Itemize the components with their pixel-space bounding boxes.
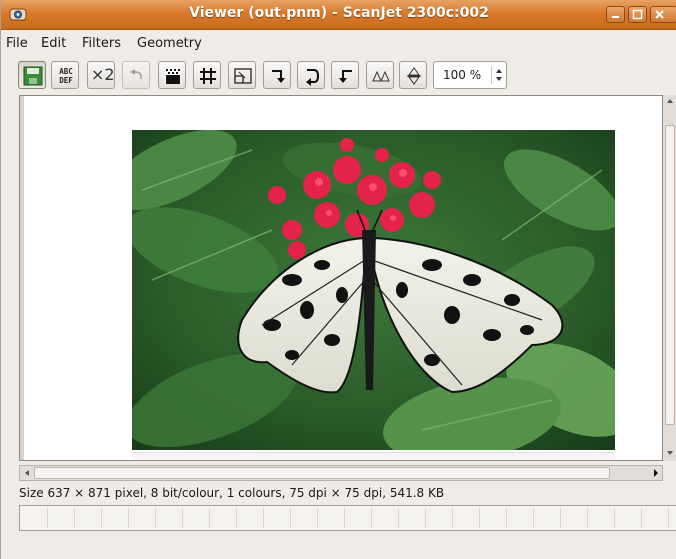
minimize-button[interactable]	[606, 6, 625, 23]
rotate-ccw-button[interactable]	[331, 61, 359, 89]
crop-button[interactable]	[228, 61, 256, 89]
toolbar: ABC DEF ×2 100 %	[1, 57, 676, 93]
zoom-value[interactable]: 100 %	[443, 68, 481, 82]
viewport-edge	[20, 96, 24, 460]
progress-bar	[19, 505, 676, 531]
menu-geometry[interactable]: Geometry	[137, 36, 202, 51]
undo-button[interactable]	[122, 61, 150, 89]
progress-segment	[344, 508, 345, 528]
rotate-180-button[interactable]	[297, 61, 325, 89]
mirror-horizontal-icon	[372, 70, 390, 82]
window-title: Viewer (out.pnm) - ScanJet 2300c:002	[189, 5, 489, 21]
progress-segment	[587, 508, 588, 528]
progress-segment	[101, 508, 102, 528]
maximize-icon	[632, 9, 643, 20]
progress-segment	[425, 508, 426, 528]
progress-segment	[236, 508, 237, 528]
scroll-up-icon[interactable]	[663, 95, 676, 107]
progress-segment	[614, 508, 615, 528]
spin-arrows-icon[interactable]	[491, 66, 506, 84]
progress-segment	[155, 508, 156, 528]
progress-segment	[209, 508, 210, 528]
rotate-cw-button[interactable]	[263, 61, 291, 89]
maximize-button[interactable]	[628, 6, 647, 23]
photo-bottom-strip	[132, 452, 615, 459]
scroll-down-icon[interactable]	[663, 447, 676, 459]
grid-button[interactable]	[193, 61, 221, 89]
rotate-clockwise-icon	[272, 70, 285, 83]
dots-icon	[165, 68, 181, 84]
horizontal-scrollbar[interactable]	[19, 465, 663, 481]
multiply-two-icon: ×2	[91, 65, 115, 84]
scroll-right-icon[interactable]	[650, 466, 662, 480]
progress-segment	[74, 508, 75, 528]
progress-segment	[317, 508, 318, 528]
menu-bar: File Edit Filters Geometry	[1, 30, 676, 57]
title-bar[interactable]: Viewer (out.pnm) - ScanJet 2300c:002	[1, 0, 676, 30]
progress-segment	[398, 508, 399, 528]
mirror-vertical-icon	[407, 67, 421, 85]
ocr-text-line2: DEF	[59, 76, 73, 85]
mirror-horizontal-button[interactable]	[366, 61, 394, 89]
menu-edit[interactable]: Edit	[41, 36, 66, 51]
mirror-vertical-button[interactable]	[399, 61, 427, 89]
zoom-x2-button[interactable]: ×2	[87, 61, 115, 89]
progress-segment	[560, 508, 561, 528]
viewer-window: Viewer (out.pnm) - ScanJet 2300c:002 Fil…	[0, 0, 676, 559]
butterfly-photo	[132, 130, 615, 450]
progress-segment	[452, 508, 453, 528]
image-info-status: Size 637 × 871 pixel, 8 bit/colour, 1 co…	[19, 486, 445, 500]
undo-icon	[130, 69, 142, 80]
progress-segment	[533, 508, 534, 528]
vertical-scroll-thumb[interactable]	[665, 125, 675, 425]
grid-icon	[200, 68, 216, 84]
ocr-text-line1: ABC	[59, 67, 73, 76]
horizontal-scroll-thumb[interactable]	[34, 467, 610, 479]
close-icon	[655, 10, 664, 19]
crop-icon	[234, 68, 252, 84]
rotate-counterclockwise-icon	[339, 70, 352, 83]
progress-segment	[47, 508, 48, 528]
progress-segment	[371, 508, 372, 528]
menu-file[interactable]: File	[6, 36, 28, 51]
vertical-scrollbar[interactable]	[663, 95, 676, 461]
progress-segment	[263, 508, 264, 528]
save-button[interactable]	[18, 61, 46, 89]
progress-segment	[641, 508, 642, 528]
minimize-icon	[612, 16, 619, 18]
progress-segment	[290, 508, 291, 528]
rotate-180-icon	[306, 69, 320, 86]
progress-segment	[479, 508, 480, 528]
progress-segment	[506, 508, 507, 528]
image-viewport[interactable]	[19, 95, 663, 461]
menu-filters[interactable]: Filters	[82, 36, 121, 51]
save-icon	[23, 66, 43, 86]
zoom-spinbox[interactable]: 100 %	[433, 61, 507, 89]
progress-segment	[668, 508, 669, 528]
progress-segment	[182, 508, 183, 528]
close-button[interactable]	[650, 6, 676, 23]
progress-segment	[128, 508, 129, 528]
despeckle-button[interactable]	[158, 61, 186, 89]
ocr-button[interactable]: ABC DEF	[51, 61, 79, 89]
abc-def-icon: ABC DEF	[59, 67, 73, 85]
scroll-left-icon[interactable]	[22, 468, 32, 478]
